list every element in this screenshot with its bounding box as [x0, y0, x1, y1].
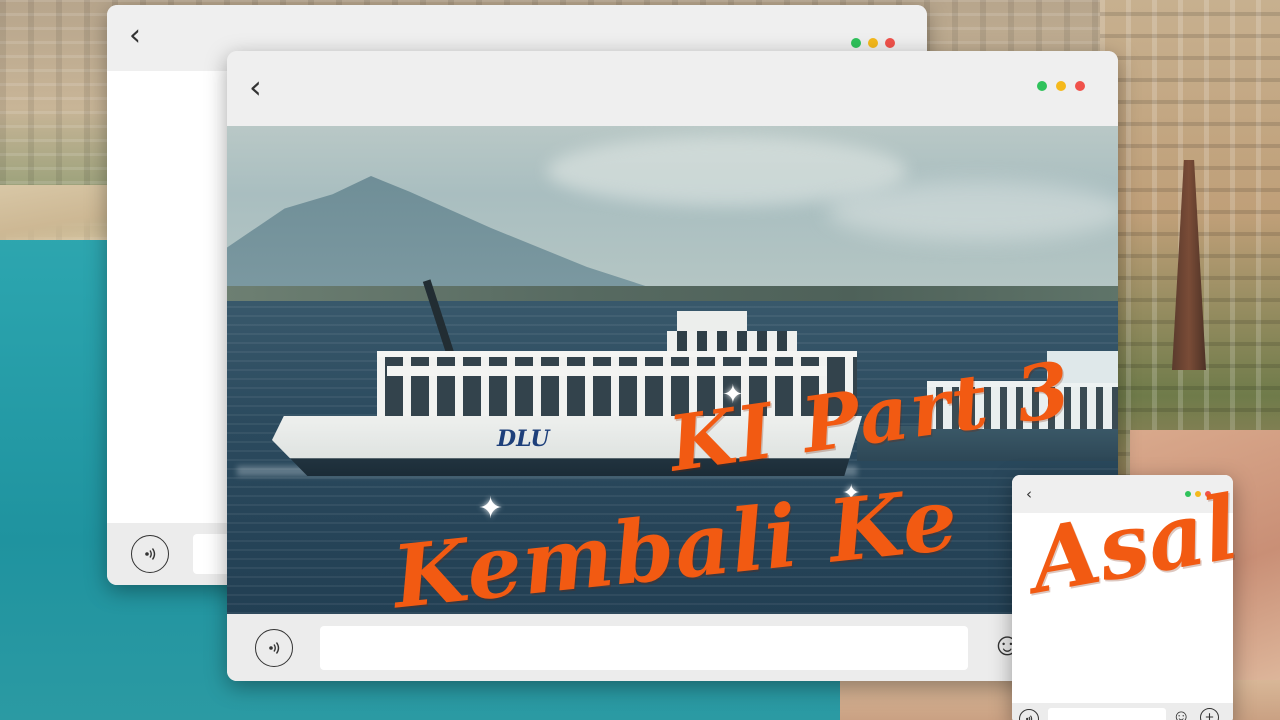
message-input[interactable]	[1048, 708, 1166, 720]
message-input[interactable]	[320, 626, 968, 670]
ferry-logo: DLU	[497, 426, 550, 452]
red-dot-icon[interactable]	[1075, 81, 1085, 91]
speaker-wave-icon[interactable]	[1019, 709, 1039, 720]
green-dot-icon[interactable]	[1037, 81, 1047, 91]
main-window-titlebar: ‹	[227, 51, 1118, 126]
green-dot-icon[interactable]	[851, 38, 861, 48]
small-window-footer: ☺ +	[1012, 703, 1233, 720]
red-dot-icon[interactable]	[885, 38, 895, 48]
ferry-deck-rail	[387, 366, 827, 376]
yellow-dot-icon[interactable]	[868, 38, 878, 48]
speaker-wave-icon[interactable]	[131, 535, 169, 573]
ferry-mast	[677, 311, 747, 333]
chevron-left-icon[interactable]: ‹	[129, 21, 141, 51]
speaker-wave-glyph	[269, 642, 280, 654]
window-controls	[851, 38, 895, 48]
chevron-left-icon[interactable]: ‹	[249, 71, 262, 103]
chevron-left-icon[interactable]: ‹	[1026, 487, 1032, 502]
speaker-wave-icon[interactable]	[255, 629, 293, 667]
smiley-face-icon[interactable]: ☺	[1172, 707, 1190, 720]
yellow-dot-icon[interactable]	[1056, 81, 1066, 91]
plus-circle-icon[interactable]: +	[1200, 708, 1219, 720]
window-controls	[1037, 81, 1085, 91]
main-window-footer: ☺	[227, 614, 1118, 681]
photo-cloud	[827, 181, 1118, 241]
speaker-wave-glyph	[145, 548, 156, 560]
speaker-wave-glyph	[1026, 715, 1033, 720]
